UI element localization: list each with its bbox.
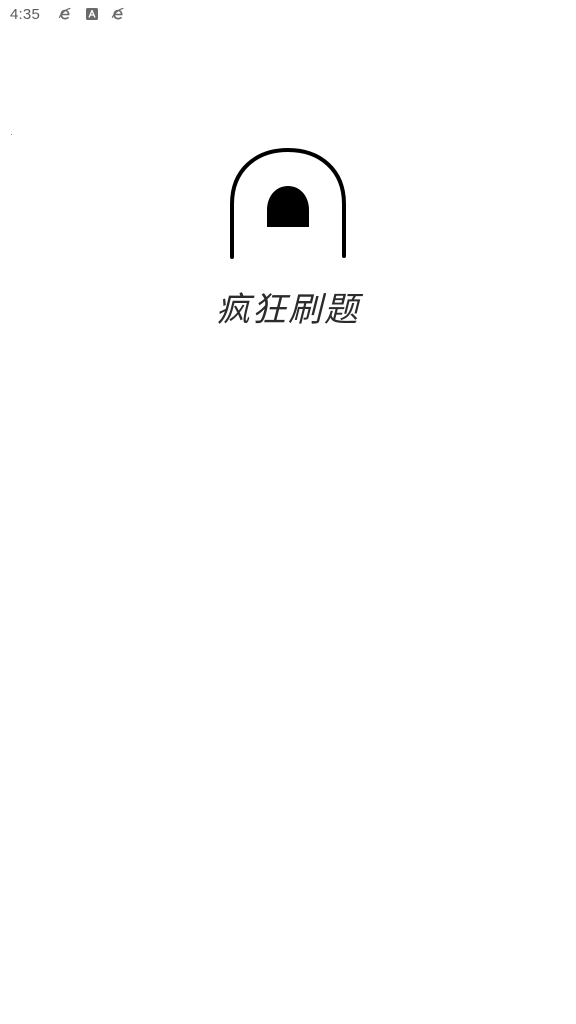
app-store-a-icon (85, 7, 99, 21)
arch-logo-icon (226, 146, 350, 262)
browser-e-icon (111, 7, 125, 21)
app-title: 疯狂刷题 (216, 290, 360, 330)
browser-e-icon (58, 7, 72, 21)
status-bar: 4:35 (0, 0, 576, 30)
status-time: 4:35 (10, 6, 40, 23)
speck (11, 134, 12, 135)
